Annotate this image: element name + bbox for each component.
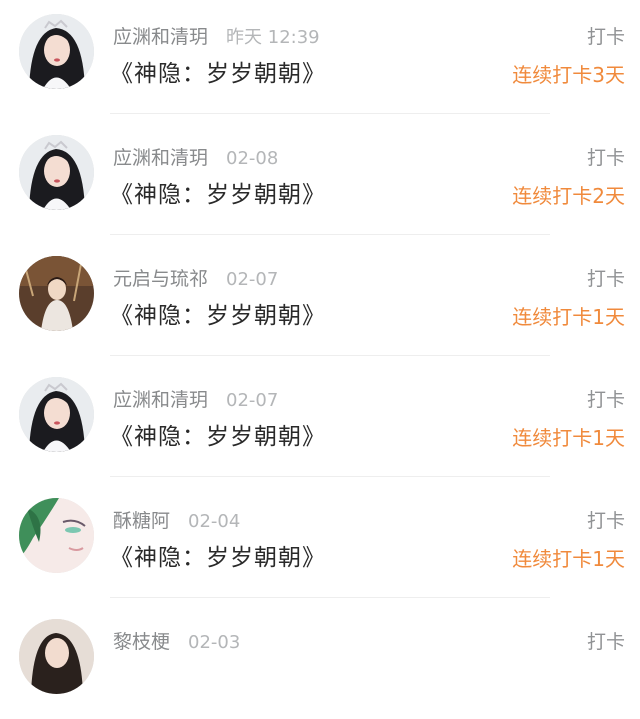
username[interactable]: 元启与琉祁 [113,268,208,290]
name-line: 酥糖阿 02-04 [113,508,240,534]
name-line: 黎枝梗 02-03 [113,629,240,655]
divider [110,355,550,356]
divider [110,234,550,235]
divider [110,113,550,114]
user-avatar[interactable] [19,256,94,331]
user-avatar[interactable] [19,377,94,452]
checkin-label: 打卡 [586,510,625,532]
user-avatar[interactable] [19,14,94,89]
username[interactable]: 应渊和清玥 [113,389,208,411]
feed-item[interactable]: 酥糖阿 02-04 《神隐：岁岁朝朝》 打卡 连续打卡1天 [0,478,640,598]
feed-item[interactable]: 元启与琉祁 02-07 《神隐：岁岁朝朝》 打卡 连续打卡1天 [0,236,640,356]
checkin-label: 打卡 [586,26,625,48]
post-time: 02-07 [226,390,279,411]
user-avatar[interactable] [19,619,94,694]
name-line: 元启与琉祁 02-07 [113,266,278,292]
username[interactable]: 黎枝梗 [113,631,170,653]
name-line: 应渊和清玥 02-07 [113,387,278,413]
portrait-brown-scene-icon [19,256,94,331]
portrait-dark-hair-icon [19,619,94,694]
streak-label: 连续打卡3天 [512,63,625,87]
streak-label: 连续打卡2天 [512,184,625,208]
feed-item[interactable]: 应渊和清玥 02-07 《神隐：岁岁朝朝》 打卡 连续打卡1天 [0,357,640,477]
work-title[interactable]: 《神隐：岁岁朝朝》 [110,58,326,90]
name-line: 应渊和清玥 02-08 [113,145,278,171]
post-time: 02-03 [188,632,241,653]
feed-item[interactable]: 应渊和清玥 昨天 12:39 《神隐：岁岁朝朝》 打卡 连续打卡3天 [0,0,640,114]
user-avatar[interactable] [19,135,94,210]
work-title[interactable]: 《神隐：岁岁朝朝》 [110,300,326,332]
username[interactable]: 应渊和清玥 [113,26,208,48]
user-avatar[interactable] [19,498,94,573]
feed-item[interactable]: 黎枝梗 02-03 打卡 [0,599,640,719]
streak-label: 连续打卡1天 [512,547,625,571]
checkin-feed: 应渊和清玥 昨天 12:39 《神隐：岁岁朝朝》 打卡 连续打卡3天 应渊和清玥 0… [0,0,640,719]
divider [110,476,550,477]
portrait-dark-hair-icon [19,14,94,89]
checkin-label: 打卡 [586,631,625,653]
post-time: 昨天 12:39 [226,27,320,48]
portrait-dark-hair-icon [19,135,94,210]
username[interactable]: 应渊和清玥 [113,147,208,169]
post-time: 02-07 [226,269,279,290]
name-line: 应渊和清玥 昨天 12:39 [113,24,320,50]
work-title[interactable]: 《神隐：岁岁朝朝》 [110,179,326,211]
checkin-label: 打卡 [586,268,625,290]
checkin-label: 打卡 [586,147,625,169]
streak-label: 连续打卡1天 [512,305,625,329]
feed-item[interactable]: 应渊和清玥 02-08 《神隐：岁岁朝朝》 打卡 连续打卡2天 [0,115,640,235]
streak-label: 连续打卡1天 [512,426,625,450]
post-time: 02-08 [226,148,279,169]
post-time: 02-04 [188,511,241,532]
username[interactable]: 酥糖阿 [113,510,170,532]
work-title[interactable]: 《神隐：岁岁朝朝》 [110,542,326,574]
anime-green-hair-icon [19,498,94,573]
portrait-dark-hair-icon [19,377,94,452]
work-title[interactable]: 《神隐：岁岁朝朝》 [110,421,326,453]
checkin-label: 打卡 [586,389,625,411]
divider [110,597,550,598]
